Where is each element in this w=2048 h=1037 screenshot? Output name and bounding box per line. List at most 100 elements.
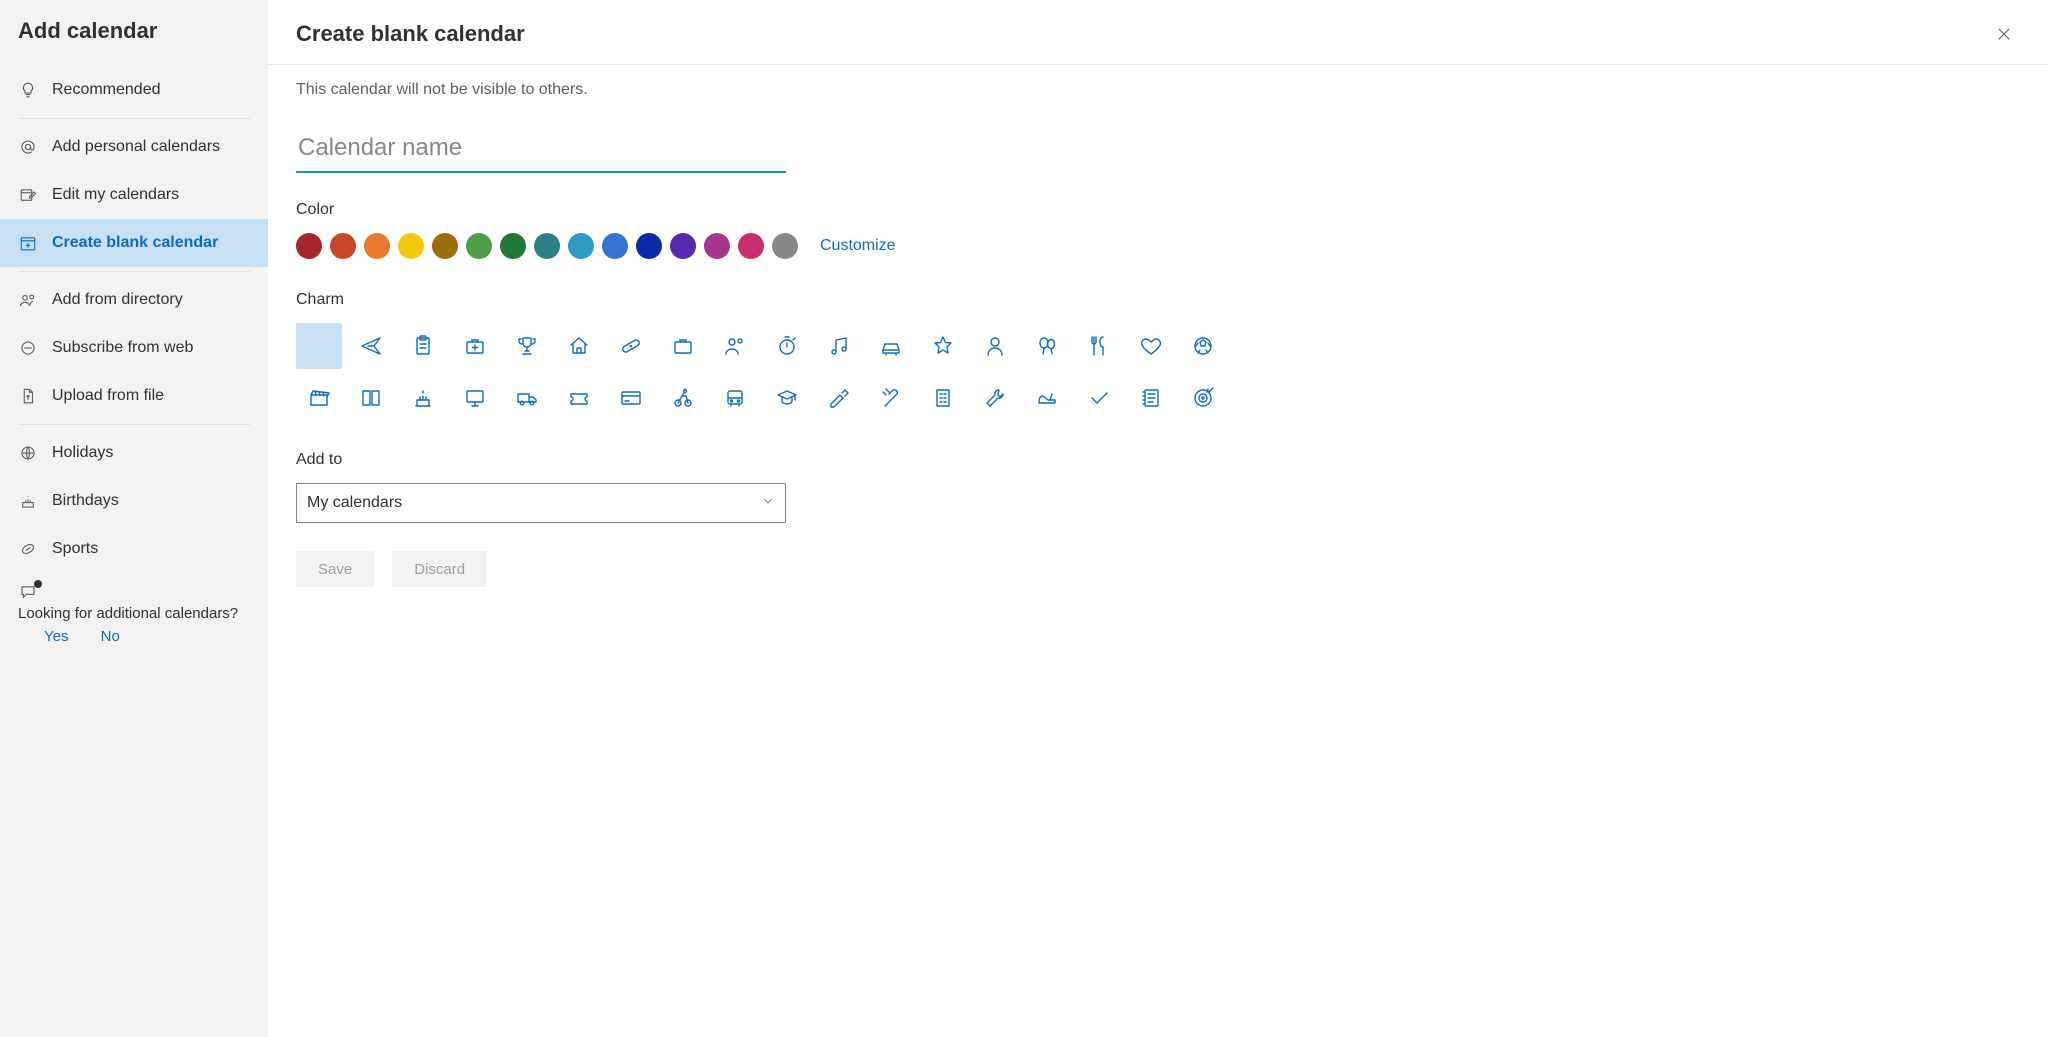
sidebar-item-label: Add from directory	[52, 291, 183, 309]
charm-grid	[296, 323, 1236, 421]
color-swatch-11[interactable]	[670, 233, 696, 259]
discard-button[interactable]: Discard	[392, 551, 487, 587]
color-swatch-0[interactable]	[296, 233, 322, 259]
charm-cake[interactable]	[400, 375, 446, 421]
charm-target[interactable]	[1180, 375, 1226, 421]
color-swatch-6[interactable]	[500, 233, 526, 259]
charm-clipboard[interactable]	[400, 323, 446, 369]
calendar-add-icon	[18, 234, 38, 252]
charm-shoe[interactable]	[1024, 375, 1070, 421]
sidebar-item-label: Add personal calendars	[52, 138, 220, 156]
charm-bus[interactable]	[712, 375, 758, 421]
page-title: Create blank calendar	[296, 21, 525, 47]
sidebar-item-add-directory[interactable]: Add from directory	[0, 276, 268, 324]
color-swatch-10[interactable]	[636, 233, 662, 259]
charm-section-label: Charm	[296, 291, 2020, 309]
sidebar-item-create-blank[interactable]: Create blank calendar	[0, 219, 268, 267]
charm-briefcase[interactable]	[660, 323, 706, 369]
sidebar-title: Add calendar	[0, 10, 268, 62]
sidebar-item-add-personal[interactable]: Add personal calendars	[0, 123, 268, 171]
charm-music[interactable]	[816, 323, 862, 369]
file-upload-icon	[18, 387, 38, 405]
charm-wrench[interactable]	[972, 375, 1018, 421]
charm-star[interactable]	[920, 323, 966, 369]
color-swatch-5[interactable]	[466, 233, 492, 259]
people-icon	[18, 291, 38, 309]
charm-checkmark[interactable]	[1076, 375, 1122, 421]
addto-section-label: Add to	[296, 451, 2020, 469]
charm-home[interactable]	[556, 323, 602, 369]
color-swatch-1[interactable]	[330, 233, 356, 259]
feedback-yes-link[interactable]: Yes	[44, 628, 68, 645]
sidebar-item-label: Sports	[52, 540, 98, 558]
color-swatch-2[interactable]	[364, 233, 390, 259]
sidebar-item-subscribe-web[interactable]: Subscribe from web	[0, 324, 268, 372]
sidebar-item-sports[interactable]: Sports	[0, 525, 268, 573]
charm-clapper[interactable]	[296, 375, 342, 421]
feedback-no-link[interactable]: No	[101, 628, 120, 645]
charm-cycling[interactable]	[660, 375, 706, 421]
charm-notes[interactable]	[1128, 375, 1174, 421]
color-swatch-4[interactable]	[432, 233, 458, 259]
charm-ticket[interactable]	[556, 375, 602, 421]
charm-monitor[interactable]	[452, 375, 498, 421]
sidebar-item-birthdays[interactable]: Birthdays	[0, 477, 268, 525]
charm-food[interactable]	[1076, 323, 1122, 369]
sidebar-item-label: Edit my calendars	[52, 186, 179, 204]
charm-graduation[interactable]	[764, 375, 810, 421]
charm-none[interactable]	[296, 323, 342, 369]
edit-calendar-icon	[18, 186, 38, 204]
customize-color-link[interactable]: Customize	[820, 237, 896, 255]
charm-heart[interactable]	[1128, 323, 1174, 369]
charm-airplane[interactable]	[348, 323, 394, 369]
charm-paint[interactable]	[816, 375, 862, 421]
sidebar-item-upload-file[interactable]: Upload from file	[0, 372, 268, 420]
privacy-subtext: This calendar will not be visible to oth…	[296, 81, 2020, 99]
addto-dropdown[interactable]: My calendars	[296, 483, 786, 523]
sidebar-item-label: Upload from file	[52, 387, 164, 405]
close-button[interactable]	[1988, 18, 2020, 50]
color-swatch-14[interactable]	[772, 233, 798, 259]
sidebar-item-holidays[interactable]: Holidays	[0, 429, 268, 477]
charm-credit-card[interactable]	[608, 375, 654, 421]
at-sign-icon	[18, 138, 38, 156]
color-swatch-9[interactable]	[602, 233, 628, 259]
charm-person[interactable]	[972, 323, 1018, 369]
color-swatch-3[interactable]	[398, 233, 424, 259]
sidebar: Add calendar Recommended Add personal ca…	[0, 0, 268, 1037]
color-section-label: Color	[296, 201, 2020, 219]
charm-car[interactable]	[868, 323, 914, 369]
cake-icon	[18, 492, 38, 510]
addto-selected-value: My calendars	[307, 494, 402, 512]
charm-briefcase-medical[interactable]	[452, 323, 498, 369]
main-panel: Create blank calendar This calendar will…	[268, 0, 2048, 1037]
sidebar-item-label: Recommended	[52, 81, 161, 99]
charm-people[interactable]	[712, 323, 758, 369]
charm-soccer[interactable]	[1180, 323, 1226, 369]
charm-trophy[interactable]	[504, 323, 550, 369]
charm-truck[interactable]	[504, 375, 550, 421]
charm-book[interactable]	[348, 375, 394, 421]
charm-tools[interactable]	[868, 375, 914, 421]
sidebar-item-edit-my[interactable]: Edit my calendars	[0, 171, 268, 219]
color-swatch-12[interactable]	[704, 233, 730, 259]
globe-icon	[18, 444, 38, 462]
charm-building[interactable]	[920, 375, 966, 421]
sidebar-item-recommended[interactable]: Recommended	[0, 66, 268, 114]
lightbulb-icon	[18, 81, 38, 99]
sidebar-item-label: Holidays	[52, 444, 113, 462]
color-swatch-7[interactable]	[534, 233, 560, 259]
charm-stopwatch[interactable]	[764, 323, 810, 369]
charm-balloons[interactable]	[1024, 323, 1070, 369]
feedback-icon	[18, 583, 38, 601]
save-button[interactable]: Save	[296, 551, 374, 587]
football-icon	[18, 540, 38, 558]
calendar-name-input[interactable]	[296, 127, 786, 173]
color-swatch-13[interactable]	[738, 233, 764, 259]
sidebar-item-label: Create blank calendar	[52, 234, 218, 252]
charm-bandage[interactable]	[608, 323, 654, 369]
color-swatch-row: Customize	[296, 233, 2020, 259]
color-swatch-8[interactable]	[568, 233, 594, 259]
sidebar-item-label: Birthdays	[52, 492, 119, 510]
link-icon	[18, 339, 38, 357]
